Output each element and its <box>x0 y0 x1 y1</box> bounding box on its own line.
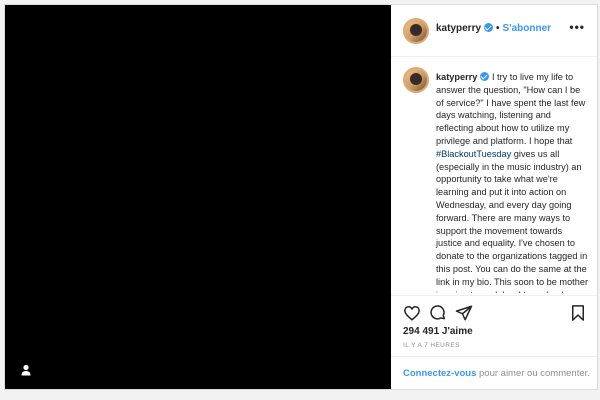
comments-section: katyperry I try to live my life to answe… <box>391 57 597 293</box>
follow-button[interactable]: S'abonner <box>503 23 552 34</box>
caption: katyperry I try to live my life to answe… <box>436 71 590 293</box>
post-image[interactable] <box>5 5 391 389</box>
header-user: katyperry • S'abonner <box>436 23 551 34</box>
caption-text-end: gives us all (especially in the music in… <box>436 148 589 293</box>
separator-dot: • <box>496 23 500 34</box>
like-count[interactable]: 294 491 J'aime <box>403 326 473 337</box>
instagram-post: katyperry • S'abonner ••• katyperry I try … <box>4 4 598 390</box>
page-frame: katyperry • S'abonner ••• katyperry I try … <box>0 0 600 400</box>
caption-avatar[interactable] <box>403 67 429 93</box>
add-comment-bar: Connectez-vous pour aimer ou commenter. <box>391 356 597 389</box>
caption-text-start: I try to live my life to answer the ques… <box>436 72 586 146</box>
comment-icon[interactable] <box>429 304 447 322</box>
more-options-icon[interactable]: ••• <box>569 20 585 34</box>
login-link[interactable]: Connectez-vous <box>403 368 476 379</box>
share-icon[interactable] <box>455 304 473 322</box>
caption-username[interactable]: katyperry <box>436 72 477 82</box>
login-prompt-text: pour aimer ou commenter. <box>476 368 590 379</box>
caption-verified-badge-icon <box>480 72 490 81</box>
post-header: katyperry • S'abonner ••• <box>391 5 597 57</box>
heart-icon[interactable] <box>403 304 421 322</box>
header-username[interactable]: katyperry <box>436 23 481 34</box>
verified-badge-icon <box>484 23 494 32</box>
login-prompt: Connectez-vous pour aimer ou commenter. <box>403 368 590 379</box>
post-timestamp[interactable]: IL Y A 7 HEURES <box>403 342 460 349</box>
avatar[interactable] <box>403 18 429 44</box>
bookmark-icon[interactable] <box>569 304 587 322</box>
post-sidebar: katyperry • S'abonner ••• katyperry I try … <box>391 5 597 389</box>
hashtag-link[interactable]: #BlackoutTuesday <box>436 149 511 159</box>
user-tag-icon[interactable] <box>19 363 33 377</box>
